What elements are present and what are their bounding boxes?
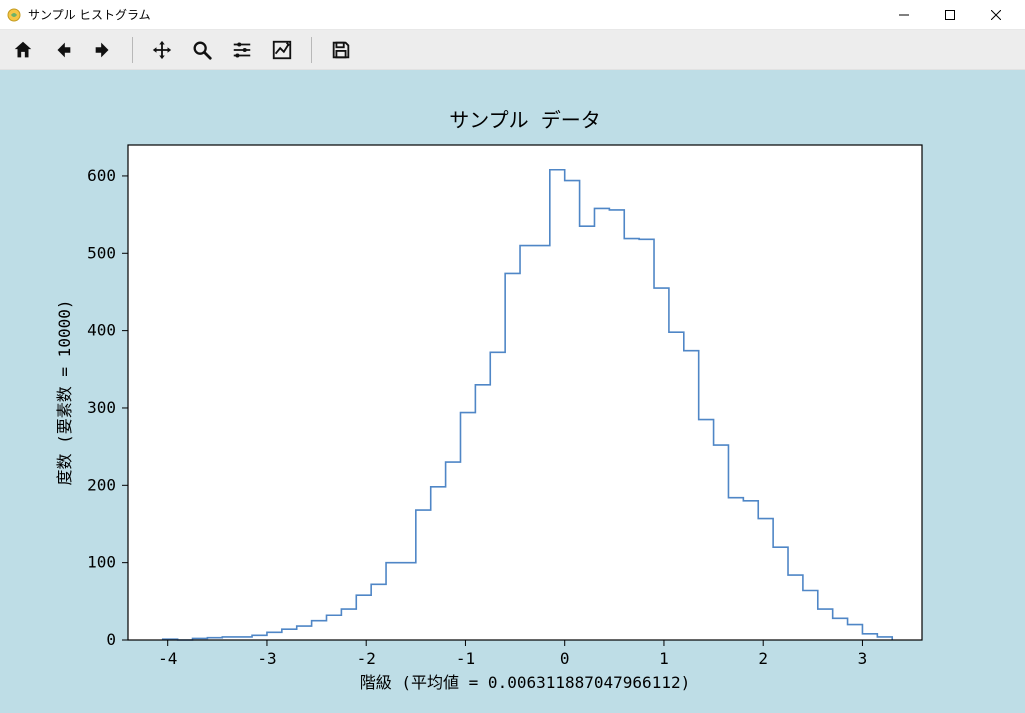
x-tick-label: 1	[659, 649, 669, 668]
zoom-button[interactable]	[189, 37, 215, 63]
window-minimize-button[interactable]	[881, 0, 927, 30]
y-tick-label: 500	[87, 243, 116, 262]
y-tick-label: 100	[87, 553, 116, 572]
y-axis-label: 度数 (要素数 = 10000)	[55, 300, 74, 486]
y-tick-label: 300	[87, 398, 116, 417]
y-tick-label: 600	[87, 166, 116, 185]
x-tick-label: 2	[758, 649, 768, 668]
forward-button[interactable]	[90, 37, 116, 63]
x-tick-label: -4	[158, 649, 177, 668]
toolbar-separator	[132, 37, 133, 63]
window-titlebar: サンプル ヒストグラム	[0, 0, 1025, 30]
app-icon	[6, 7, 22, 23]
x-tick-label: -1	[456, 649, 475, 668]
save-button[interactable]	[328, 37, 354, 63]
window-maximize-button[interactable]	[927, 0, 973, 30]
x-tick-label: 0	[560, 649, 570, 668]
window-title: サンプル ヒストグラム	[28, 6, 151, 23]
matplotlib-toolbar	[0, 30, 1025, 70]
histogram-plot: サンプル データ 0 100 200 300 400 500 600 -4 -3 -2 -1 0 1 2 3 階…	[0, 70, 1025, 713]
x-tick-label: 3	[858, 649, 868, 668]
y-tick-label: 200	[87, 475, 116, 494]
y-tick-label: 400	[87, 321, 116, 340]
x-axis-label: 階級 (平均値 = 0.006311887047966112)	[360, 673, 690, 692]
edit-axes-button[interactable]	[269, 37, 295, 63]
x-tick-label: -2	[357, 649, 376, 668]
toolbar-separator	[311, 37, 312, 63]
plot-canvas[interactable]: サンプル データ 0 100 200 300 400 500 600 -4 -3 -2 -1 0 1 2 3 階…	[0, 70, 1025, 713]
home-button[interactable]	[10, 37, 36, 63]
x-tick-label: -3	[257, 649, 276, 668]
chart-title: サンプル データ	[449, 108, 600, 132]
configure-subplots-button[interactable]	[229, 37, 255, 63]
window-close-button[interactable]	[973, 0, 1019, 30]
back-button[interactable]	[50, 37, 76, 63]
y-tick-label: 0	[106, 630, 116, 649]
pan-button[interactable]	[149, 37, 175, 63]
